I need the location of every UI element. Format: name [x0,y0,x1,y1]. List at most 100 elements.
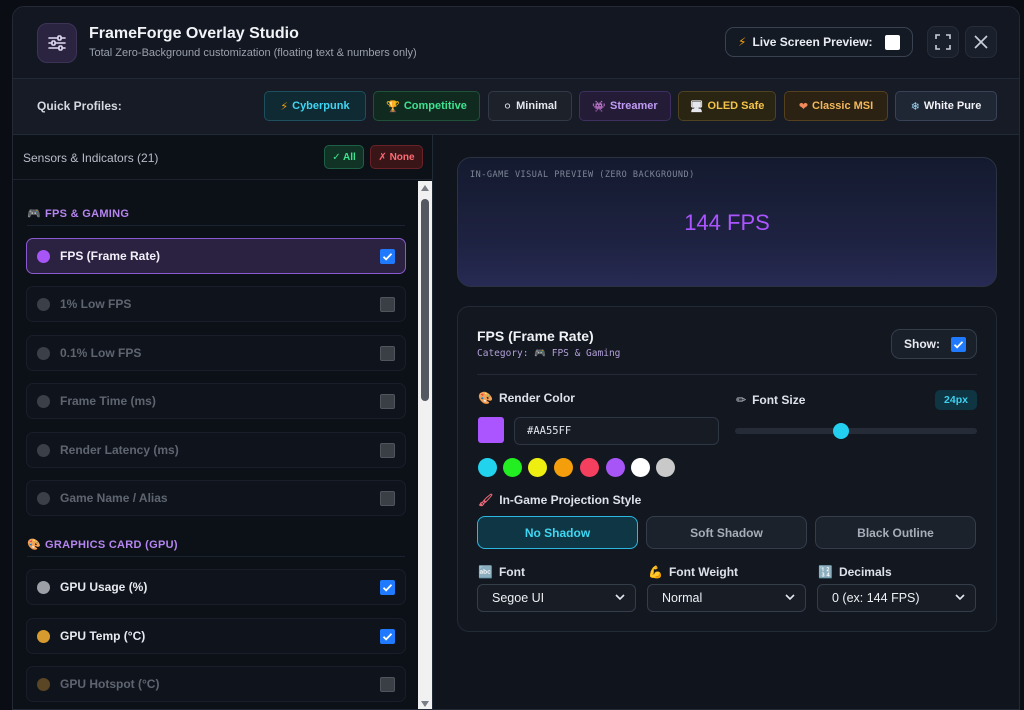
trophy-icon: 🏆 [386,100,400,113]
profile-oled-safe-button[interactable]: 🖥 OLED Safe [678,91,776,121]
sensor-label: GPU Usage (%) [60,580,148,594]
sensor-row-01-low-fps[interactable]: 0.1% Low FPS [26,335,406,371]
lightning-icon: ⚡ [280,100,289,113]
sensor-label: Game Name / Alias [60,491,168,505]
sensor-checkbox[interactable] [380,249,395,264]
scroll-thumb[interactable] [421,199,429,401]
sensor-color-dot [37,630,50,643]
profile-label: White Pure [923,100,982,112]
sliders-icon [37,23,77,63]
font-size-value-badge: 24px [935,390,977,410]
sensor-color-dot [37,395,50,408]
preview-value: 144 FPS [684,210,770,235]
projection-no-shadow-button[interactable]: No Shadow [477,516,638,549]
show-toggle[interactable]: Show: [891,329,977,359]
live-preview-toggle[interactable]: ⚡ Live Screen Preview: [725,27,913,57]
gamepad-icon: 🎮 [27,208,41,220]
font-select[interactable]: Segoe UI [477,584,636,612]
projection-soft-shadow-button[interactable]: Soft Shadow [646,516,807,549]
profile-label: Classic MSI [812,100,874,112]
check-icon [382,584,393,592]
sensor-color-dot [37,250,50,263]
sensor-label: GPU Temp (°C) [60,629,146,643]
divider [27,225,405,226]
preset-color-green[interactable] [503,458,522,477]
sensor-row-gpu-usage[interactable]: GPU Usage (%) [26,569,406,605]
profile-label: Competitive [403,100,467,112]
sensor-row-gpu-temp[interactable]: GPU Temp (°C) [26,618,406,654]
select-none-button[interactable]: ✗ None [370,145,423,169]
font-weight-select[interactable]: Normal [647,584,806,612]
chevron-down-icon [955,594,965,601]
title-bar: FrameForge Overlay Studio Total Zero-Bac… [13,7,1019,79]
sensor-checkbox[interactable] [380,297,395,312]
color-hex-input[interactable]: #AA55FF [514,417,719,445]
sensor-checkbox[interactable] [380,677,395,692]
preset-color-cyan[interactable] [478,458,497,477]
field-label-text: Font Weight [668,565,739,579]
sensor-checkbox[interactable] [380,491,395,506]
category-label: FPS & GAMING [45,207,130,220]
sensor-row-fps[interactable]: FPS (Frame Rate) [26,238,406,274]
profile-minimal-button[interactable]: ⚪ Minimal [488,91,572,121]
show-checkbox[interactable] [951,337,966,352]
sensor-checkbox[interactable] [380,394,395,409]
visual-preview: IN-GAME VISUAL PREVIEW (ZERO BACKGROUND)… [457,157,997,287]
select-all-button[interactable]: ✓ All [324,145,364,169]
sensor-color-dot [37,347,50,360]
sensor-checkbox[interactable] [380,443,395,458]
preset-color-purple[interactable] [606,458,625,477]
profile-classic-msi-button[interactable]: ❤ Classic MSI [784,91,888,121]
sensor-row-render-latency[interactable]: Render Latency (ms) [26,432,406,468]
preset-color-white[interactable] [631,458,650,477]
preset-color-yellow[interactable] [528,458,547,477]
sensor-label: 1% Low FPS [60,297,132,311]
fullscreen-icon [935,34,951,50]
category-label: GRAPHICS CARD (GPU) [45,538,178,551]
font-label: 🔤 Font [478,565,525,579]
sensor-checkbox[interactable] [380,580,395,595]
profile-white-pure-button[interactable]: ❄ White Pure [895,91,997,121]
fullscreen-button[interactable] [927,26,959,58]
preset-color-red[interactable] [580,458,599,477]
render-color-label: 🎨 Render Color [478,391,575,405]
sensor-row-gpu-hotspot[interactable]: GPU Hotspot (°C) [26,666,406,702]
font-size-slider-track[interactable] [735,428,977,434]
sensor-row-frame-time[interactable]: Frame Time (ms) [26,383,406,419]
snowflake-icon: ❄ [910,100,920,113]
paintbrush-icon: 🖌 [478,493,494,507]
divider [27,556,405,557]
profile-label: OLED Safe [707,100,765,112]
app-title: FrameForge Overlay Studio [89,25,299,42]
preset-color-orange[interactable] [554,458,573,477]
sensors-panel: Sensors & Indicators (21) ✓ All ✗ None 🎮… [13,135,433,709]
sensor-checkbox[interactable] [380,346,395,361]
sensors-scrollbar[interactable] [418,181,432,709]
decimals-label: 🔢 Decimals [818,565,892,579]
sensor-settings-title: FPS (Frame Rate) [477,328,594,344]
font-size-slider-thumb[interactable] [833,423,849,439]
check-icon [382,633,393,641]
decimals-select[interactable]: 0 (ex: 144 FPS) [817,584,976,612]
field-label-text: In-Game Projection Style [499,493,642,507]
projection-black-outline-button[interactable]: Black Outline [815,516,976,549]
numbers-icon: 🔢 [818,565,833,579]
profile-cyberpunk-button[interactable]: ⚡ Cyberpunk [264,91,366,121]
live-preview-checkbox[interactable] [885,35,900,50]
sensor-checkbox[interactable] [380,629,395,644]
sensor-row-game-name[interactable]: Game Name / Alias [26,480,406,516]
field-label-text: Decimals [838,565,892,579]
profile-streamer-button[interactable]: 👾 Streamer [579,91,671,121]
scroll-down-icon[interactable] [421,701,429,707]
font-weight-label: 💪 Font Weight [648,565,738,579]
sensor-label: Render Latency (ms) [60,443,179,457]
close-button[interactable] [965,26,997,58]
color-swatch[interactable] [478,417,504,443]
sensor-color-dot [37,678,50,691]
sensor-row-1-low-fps[interactable]: 1% Low FPS [26,286,406,322]
sensor-settings-card: FPS (Frame Rate) Category: 🎮 FPS & Gamin… [457,306,997,632]
sensor-label: FPS (Frame Rate) [60,249,161,263]
profile-competitive-button[interactable]: 🏆 Competitive [373,91,480,121]
preset-color-silver[interactable] [656,458,675,477]
scroll-up-icon[interactable] [421,185,429,191]
